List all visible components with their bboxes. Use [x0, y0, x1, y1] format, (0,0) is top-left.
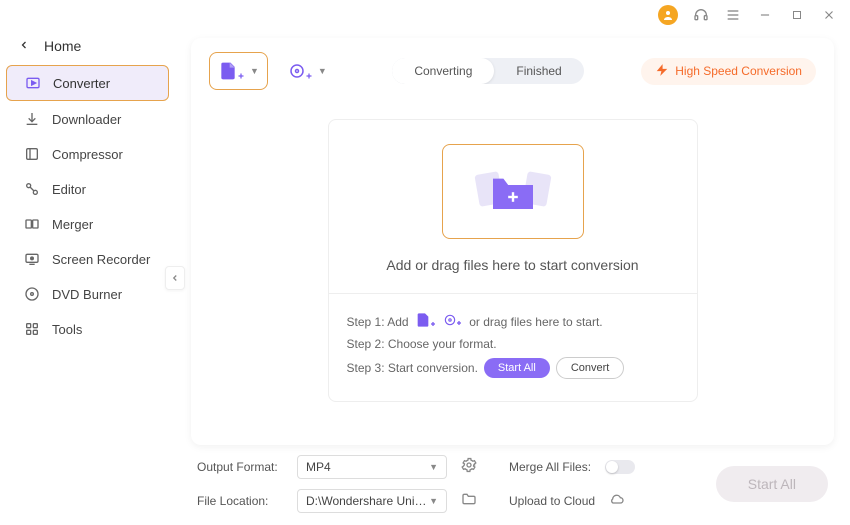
converter-icon: [25, 75, 41, 91]
sidebar-item-label: Screen Recorder: [52, 252, 150, 267]
merger-icon: [24, 216, 40, 232]
sidebar-item-dvd-burner[interactable]: DVD Burner: [6, 277, 169, 311]
chevron-down-icon: ▼: [429, 462, 438, 472]
add-disc-button[interactable]: ▼: [280, 53, 335, 89]
screen-recorder-icon: [24, 251, 40, 267]
headset-icon[interactable]: [692, 6, 710, 24]
start-all-button[interactable]: Start All: [716, 466, 828, 502]
add-disc-mini-icon[interactable]: [443, 313, 463, 330]
step1-text-b: or drag files here to start.: [469, 315, 602, 329]
step1-text-a: Step 1: Add: [347, 315, 409, 329]
sidebar-item-label: Editor: [52, 182, 86, 197]
sidebar-item-converter[interactable]: Converter: [6, 65, 169, 101]
sidebar: Home Converter Downloader Compressor Edi…: [0, 30, 175, 525]
titlebar: [0, 0, 850, 30]
sidebar-item-label: Tools: [52, 322, 82, 337]
add-file-button[interactable]: ▼: [209, 52, 268, 90]
tab-converting[interactable]: Converting: [392, 58, 494, 84]
dvd-burner-icon: [24, 286, 40, 302]
step3-text: Step 3: Start conversion.: [347, 361, 478, 375]
lightning-icon: [655, 63, 669, 80]
chevron-down-icon: ▼: [318, 66, 327, 76]
maximize-icon[interactable]: [788, 6, 806, 24]
back-arrow-icon[interactable]: [18, 39, 30, 54]
sidebar-item-downloader[interactable]: Downloader: [6, 102, 169, 136]
start-all-mini-button[interactable]: Start All: [484, 358, 550, 378]
sidebar-item-merger[interactable]: Merger: [6, 207, 169, 241]
avatar[interactable]: [658, 5, 678, 25]
convert-mini-button[interactable]: Convert: [556, 357, 625, 379]
output-format-label: Output Format:: [197, 460, 283, 474]
drop-zone[interactable]: [442, 144, 584, 239]
step2-text: Step 2: Choose your format.: [347, 337, 497, 351]
home-label[interactable]: Home: [44, 38, 81, 54]
sidebar-item-compressor[interactable]: Compressor: [6, 137, 169, 171]
output-format-select[interactable]: MP4 ▼: [297, 455, 447, 479]
editor-icon: [24, 181, 40, 197]
status-segmented: Converting Finished: [392, 58, 583, 84]
sidebar-item-label: Merger: [52, 217, 93, 232]
high-speed-conversion-badge[interactable]: High Speed Conversion: [641, 58, 816, 85]
sidebar-item-label: Downloader: [52, 112, 121, 127]
menu-icon[interactable]: [724, 6, 742, 24]
merge-toggle[interactable]: [605, 460, 635, 474]
hsc-label: High Speed Conversion: [675, 64, 802, 78]
output-format-value: MP4: [306, 460, 331, 474]
main: ▼ ▼ Converting Finished Hi: [175, 30, 850, 525]
bottom-bar: Output Format: MP4 ▼ Merge All Files: Fi…: [191, 445, 834, 513]
sidebar-item-tools[interactable]: Tools: [6, 312, 169, 346]
steps: Step 1: Add or drag files here to start.: [329, 293, 697, 401]
sidebar-item-label: Compressor: [52, 147, 123, 162]
drop-text: Add or drag files here to start conversi…: [349, 257, 677, 273]
sidebar-item-label: Converter: [53, 76, 110, 91]
file-location-value: D:\Wondershare UniConverter 1: [306, 494, 429, 508]
drop-panel: Add or drag files here to start conversi…: [328, 119, 698, 402]
tab-finished[interactable]: Finished: [494, 58, 583, 84]
file-location-select[interactable]: D:\Wondershare UniConverter 1 ▼: [297, 489, 447, 513]
add-file-mini-icon[interactable]: [415, 312, 437, 331]
chevron-down-icon: ▼: [429, 496, 438, 506]
sidebar-item-editor[interactable]: Editor: [6, 172, 169, 206]
compressor-icon: [24, 146, 40, 162]
downloader-icon: [24, 111, 40, 127]
sidebar-item-screen-recorder[interactable]: Screen Recorder: [6, 242, 169, 276]
sidebar-item-label: DVD Burner: [52, 287, 122, 302]
merge-label: Merge All Files:: [509, 460, 591, 474]
file-location-label: File Location:: [197, 494, 283, 508]
chevron-down-icon: ▼: [250, 66, 259, 76]
folder-icon[interactable]: [461, 491, 477, 512]
close-icon[interactable]: [820, 6, 838, 24]
minimize-icon[interactable]: [756, 6, 774, 24]
sidebar-collapse-handle[interactable]: [165, 266, 185, 290]
cloud-icon[interactable]: [609, 491, 625, 512]
tools-icon: [24, 321, 40, 337]
upload-label: Upload to Cloud: [509, 494, 595, 508]
gear-icon[interactable]: [461, 457, 477, 478]
